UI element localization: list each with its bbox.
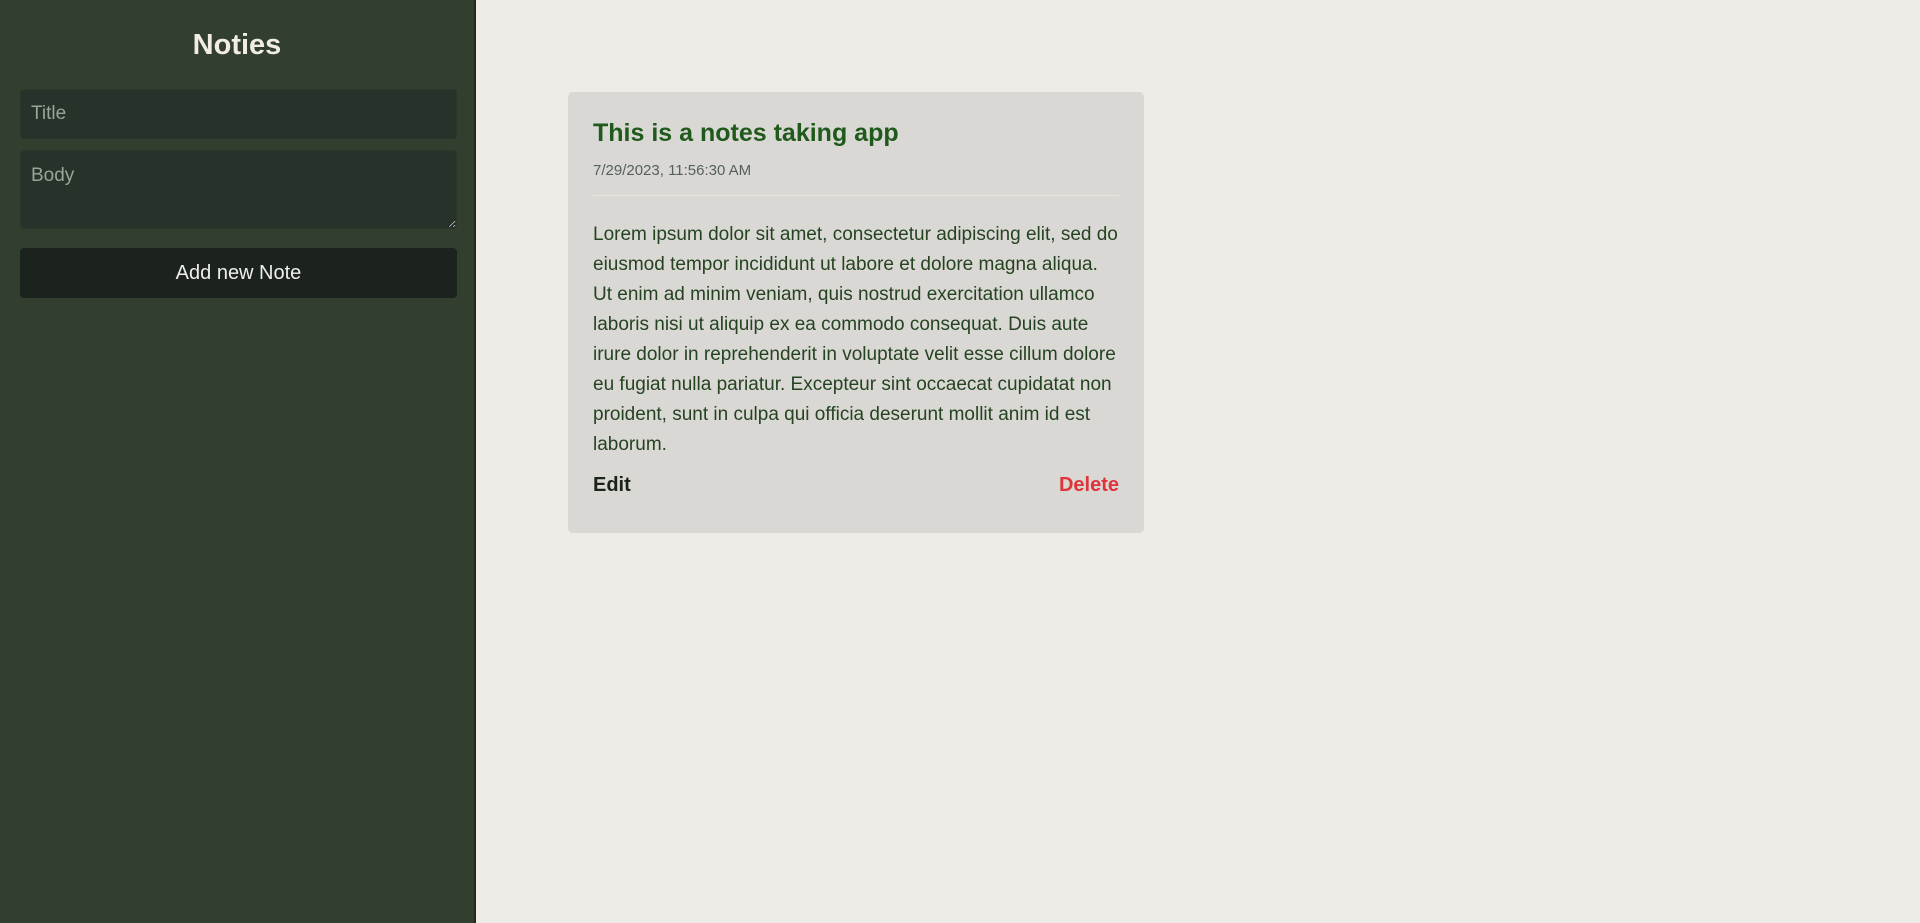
note-divider: [593, 195, 1119, 196]
delete-note-button[interactable]: Delete: [1059, 472, 1119, 498]
edit-note-button[interactable]: Edit: [593, 472, 631, 498]
note-actions: Edit Delete: [593, 472, 1119, 498]
app-title: Noties: [192, 29, 282, 61]
note-title: This is a notes taking app: [593, 119, 899, 147]
title-input[interactable]: [20, 89, 457, 139]
add-note-button[interactable]: Add new Note: [20, 248, 457, 298]
note-date: 7/29/2023, 11:56:30 AM: [593, 162, 752, 179]
sidebar: Noties Add new Note: [0, 0, 476, 923]
note-body: Lorem ipsum dolor sit amet, consectetur …: [593, 224, 1118, 455]
body-input[interactable]: [20, 150, 457, 229]
note-card: This is a notes taking app 7/29/2023, 11…: [568, 92, 1144, 533]
notes-area: This is a notes taking app 7/29/2023, 11…: [476, 0, 1920, 923]
